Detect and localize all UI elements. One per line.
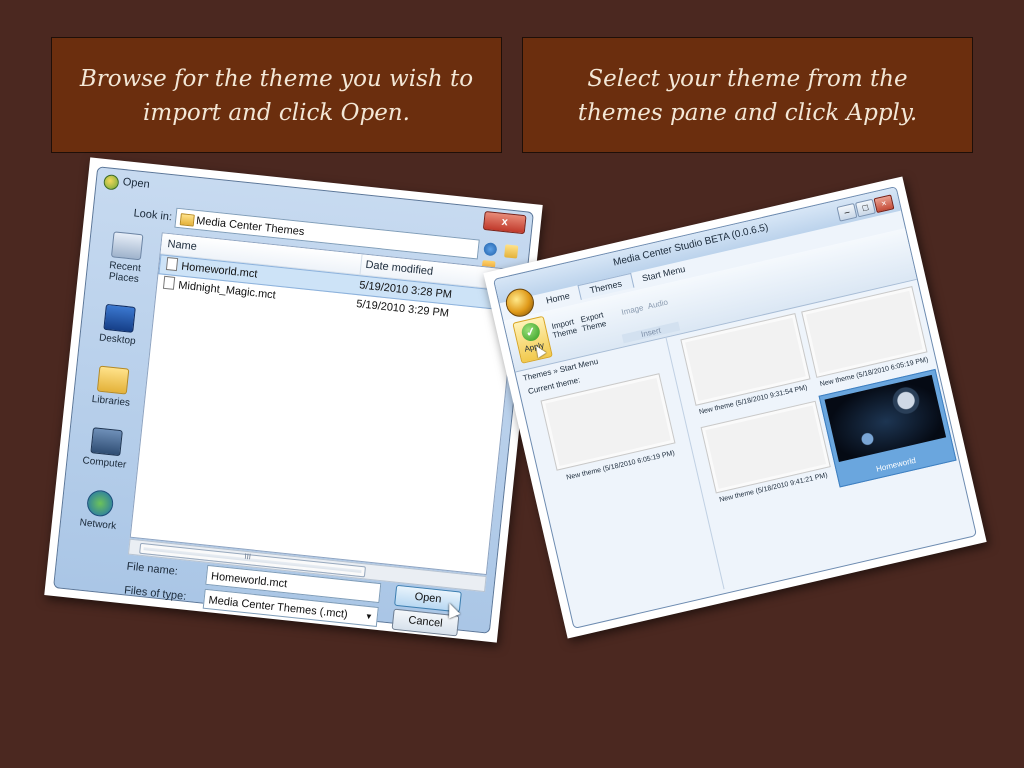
scroll-grip: III (243, 551, 252, 562)
look-in-value: Media Center Themes (195, 214, 305, 239)
file-list: Name Date modified Homeworld.mct 5/19/20… (129, 232, 519, 576)
place-network[interactable]: Network (66, 487, 132, 533)
file-icon (162, 275, 176, 290)
export-theme-button[interactable]: Export Theme (578, 310, 607, 333)
recent-places-icon (110, 231, 144, 261)
minimize-icon[interactable]: – (836, 202, 858, 222)
back-icon[interactable] (483, 242, 498, 257)
place-label: Network (79, 517, 117, 533)
network-icon (85, 489, 115, 518)
column-name[interactable]: Name (167, 234, 198, 257)
open-dialog-window: Open x Look in: Media Center Themes Rece… (53, 166, 534, 637)
place-label: Desktop (98, 332, 137, 348)
caption-browse-instructions: Browse for the theme you wish to import … (51, 37, 502, 153)
place-label: Libraries (91, 393, 131, 409)
apply-button[interactable]: ✓ Apply (512, 315, 553, 364)
place-label: Computer (81, 455, 127, 471)
libraries-icon (96, 365, 130, 395)
file-icon (165, 257, 179, 272)
place-recent-places[interactable]: Recent Places (92, 230, 159, 287)
computer-icon (90, 427, 123, 457)
homeworld-preview-image (824, 374, 947, 463)
window-controls: – □ × (835, 192, 895, 222)
place-label: Recent Places (108, 260, 142, 286)
file-type-value: Media Center Themes (.mct) (207, 594, 349, 621)
place-libraries[interactable]: Libraries (79, 364, 145, 410)
close-icon[interactable]: × (873, 194, 895, 214)
checkmark-icon: ✓ (519, 321, 542, 343)
image-button[interactable]: Image (620, 303, 645, 317)
import-theme-button[interactable]: Import Theme (549, 317, 578, 340)
app-icon (103, 174, 120, 191)
file-type-label: Files of type: (123, 584, 187, 603)
caption-apply-instructions: Select your theme from the themes pane a… (522, 37, 973, 153)
maximize-icon[interactable]: □ (855, 198, 876, 218)
open-dialog-screenshot: Open x Look in: Media Center Themes Rece… (44, 157, 543, 643)
close-button[interactable]: x (482, 210, 527, 235)
folder-icon (179, 213, 195, 227)
look-in-label: Look in: (133, 207, 173, 224)
theme-tile-homeworld-selected[interactable]: Homeworld (818, 368, 957, 488)
file-name-label: File name: (126, 560, 179, 578)
place-desktop[interactable]: Desktop (86, 302, 152, 348)
up-folder-icon[interactable] (504, 244, 519, 259)
chevron-down-icon: ▼ (364, 611, 374, 622)
studio-window: Media Center Studio BETA (0.0.6.5) – □ × H… (492, 186, 978, 629)
audio-button[interactable]: Audio (645, 297, 670, 311)
place-computer[interactable]: Computer (73, 426, 139, 472)
media-center-studio-screenshot: Media Center Studio BETA (0.0.6.5) – □ × H… (483, 176, 987, 639)
open-dialog-title: Open (122, 176, 151, 191)
desktop-icon (103, 303, 136, 333)
